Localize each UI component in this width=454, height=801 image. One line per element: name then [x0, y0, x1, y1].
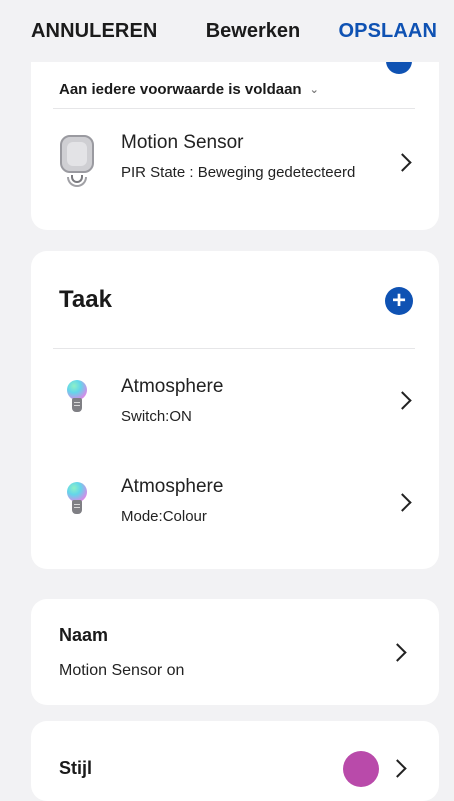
smart-bulb-icon [67, 380, 87, 416]
task-device-name: Atmosphere [121, 476, 224, 497]
add-task-button[interactable]: + [385, 287, 413, 315]
chevron-down-icon: ⌄ [309, 83, 319, 96]
top-bar: ANNULEREN Bewerken OPSLAAN [0, 0, 454, 62]
divider [53, 348, 415, 349]
style-label: Stijl [59, 758, 93, 778]
chevron-right-icon [393, 493, 412, 512]
plus-icon: + [391, 287, 406, 314]
task-section-title: Taak [59, 286, 112, 313]
task-detail: Mode:Colour [121, 508, 207, 525]
condition-mode-selector[interactable]: Aan iedere voorwaarde is voldaan ⌄ [31, 70, 439, 108]
name-card[interactable] [31, 599, 439, 705]
task-row[interactable]: Atmosphere Mode:Colour [31, 470, 439, 536]
task-device-name: Atmosphere [121, 376, 224, 397]
smart-bulb-icon [67, 482, 87, 518]
save-button[interactable]: OPSLAAN [339, 20, 437, 43]
device-name: Motion Sensor [121, 132, 244, 153]
chevron-right-icon [393, 391, 412, 410]
chevron-right-icon [393, 153, 412, 172]
motion-sensor-icon [52, 133, 102, 187]
task-row[interactable]: Atmosphere Switch:ON [31, 370, 439, 436]
name-value: Motion Sensor on [59, 662, 185, 679]
task-detail: Switch:ON [121, 408, 192, 425]
device-state: PIR State : Beweging gedetecteerd [121, 164, 356, 181]
page-title: Bewerken [205, 19, 301, 42]
divider [53, 108, 415, 109]
name-label: Naam [59, 625, 109, 645]
style-card[interactable] [31, 721, 439, 801]
condition-mode-label: Aan iedere voorwaarde is voldaan [59, 80, 302, 98]
style-color-swatch [343, 751, 379, 787]
cancel-button[interactable]: ANNULEREN [31, 20, 157, 43]
